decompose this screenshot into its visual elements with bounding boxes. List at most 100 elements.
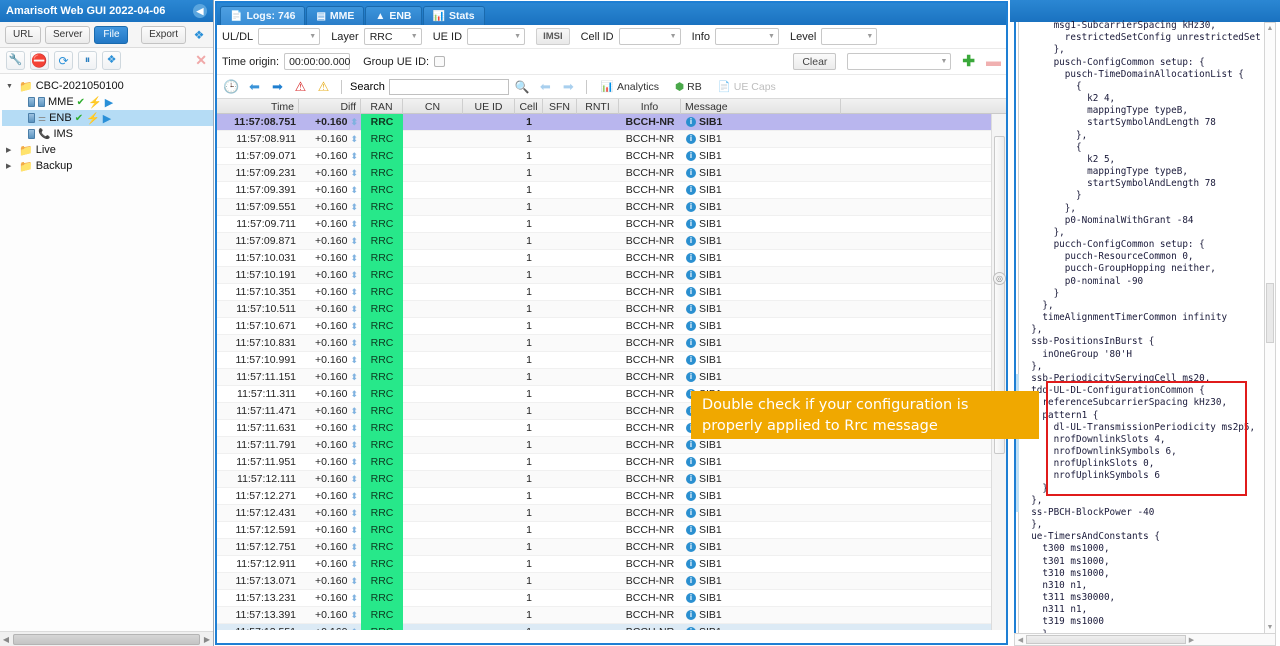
ue-caps-button[interactable]: 📄 UE Caps bbox=[712, 78, 782, 96]
table-row[interactable]: 11:57:12.591 +0.160 ⬍ RRC 1 BCCH-NR i SIB1 bbox=[217, 521, 1006, 539]
preset-select[interactable]: ▼ bbox=[847, 53, 952, 70]
table-row[interactable]: 11:57:12.271 +0.160 ⬍ RRC 1 BCCH-NR i SIB1 bbox=[217, 487, 1006, 505]
table-row[interactable]: 11:57:11.951 +0.160 ⬍ RRC 1 BCCH-NR i SIB1 bbox=[217, 453, 1006, 471]
tree-item-live[interactable]: ▶ 📁 Live bbox=[2, 142, 213, 158]
table-row[interactable]: 11:57:13.391 +0.160 ⬍ RRC 1 BCCH-NR i SIB1 bbox=[217, 606, 1006, 624]
remove-filter-icon[interactable]: ▬ bbox=[986, 54, 1001, 69]
next-arrow-icon[interactable]: ➡ bbox=[268, 77, 287, 96]
chevron-right-icon[interactable]: ▶ bbox=[6, 162, 16, 170]
table-row[interactable]: 11:57:10.191 +0.160 ⬍ RRC 1 BCCH-NR i SIB1 bbox=[217, 266, 1006, 284]
table-row[interactable]: 11:57:10.511 +0.160 ⬍ RRC 1 BCCH-NR i SIB1 bbox=[217, 300, 1006, 318]
table-row[interactable]: 11:57:13.231 +0.160 ⬍ RRC 1 BCCH-NR i SIB1 bbox=[217, 589, 1006, 607]
scroll-right-icon[interactable]: ▶ bbox=[201, 635, 213, 644]
analytics-button[interactable]: 📊 Analytics bbox=[595, 78, 665, 96]
column-header-info[interactable]: Info bbox=[619, 99, 681, 114]
table-row[interactable]: 11:57:12.751 +0.160 ⬍ RRC 1 BCCH-NR i SIB1 bbox=[217, 538, 1006, 556]
table-row[interactable]: 11:57:10.671 +0.160 ⬍ RRC 1 BCCH-NR i SIB1 bbox=[217, 317, 1006, 335]
refresh-icon[interactable]: ⟳ bbox=[54, 51, 73, 70]
info-select[interactable]: ▼ bbox=[714, 28, 779, 45]
chevron-right-icon[interactable]: ▶ bbox=[6, 146, 16, 154]
rb-button[interactable]: ⬢ RB bbox=[669, 78, 708, 96]
pause-icon[interactable]: ⏸ bbox=[78, 51, 97, 70]
scrollbar-grip-icon[interactable]: ◎ bbox=[993, 272, 1006, 285]
column-header-cell[interactable]: Cell bbox=[515, 99, 543, 114]
imsi-button[interactable]: IMSI bbox=[536, 28, 570, 45]
tab-stats[interactable]: 📊 Stats bbox=[422, 6, 485, 25]
scroll-down-icon[interactable]: ▼ bbox=[1265, 624, 1275, 631]
table-row[interactable]: 11:57:11.151 +0.160 ⬍ RRC 1 BCCH-NR i SIB1 bbox=[217, 368, 1006, 386]
tree-item-enb[interactable]: ⚌ ENB ✔ ⚡ ▶ bbox=[2, 110, 213, 126]
column-header-rnti[interactable]: RNTI bbox=[577, 99, 619, 114]
ueid-select[interactable]: ▼ bbox=[467, 28, 526, 45]
table-row[interactable]: 11:57:13.551+0.160⬍RRC1BCCH-NRiSIB1 bbox=[217, 623, 1006, 630]
tree-item-ims[interactable]: 📞 IMS bbox=[2, 126, 213, 142]
binoculars-icon[interactable]: 🔍 bbox=[513, 77, 532, 96]
table-row[interactable]: 11:57:10.991 +0.160 ⬍ RRC 1 BCCH-NR i SIB1 bbox=[217, 351, 1006, 369]
column-header-ueid[interactable]: UE ID bbox=[463, 99, 515, 114]
search-prev-icon[interactable]: ⬅ bbox=[536, 77, 555, 96]
export-extra-icon[interactable]: ❖ bbox=[190, 26, 208, 44]
server-button[interactable]: Server bbox=[45, 25, 91, 44]
table-row[interactable]: 11:57:10.831 +0.160 ⬍ RRC 1 BCCH-NR i SIB1 bbox=[217, 334, 1006, 352]
table-row[interactable]: 11:57:10.031 +0.160 ⬍ RRC 1 BCCH-NR i SIB1 bbox=[217, 249, 1006, 267]
add-filter-icon[interactable]: ✚ bbox=[962, 54, 975, 69]
table-row[interactable]: 11:57:10.351 +0.160 ⬍ RRC 1 BCCH-NR i SIB1 bbox=[217, 283, 1006, 301]
table-row[interactable]: 11:57:09.391 +0.160 ⬍ RRC 1 BCCH-NR i SIB1 bbox=[217, 181, 1006, 199]
column-header-message[interactable]: Message bbox=[681, 99, 841, 114]
scroll-left-icon[interactable]: ◀ bbox=[1015, 636, 1026, 644]
connect-icon[interactable]: ❖ bbox=[102, 51, 121, 70]
log-table-body[interactable]: 11:57:08.751 +0.160 ⬍ RRC 1 BCCH-NR i SIB1 11:57… bbox=[217, 114, 1006, 630]
table-row[interactable]: 11:57:12.111 +0.160 ⬍ RRC 1 BCCH-NR i SIB1 bbox=[217, 470, 1006, 488]
tab-enb[interactable]: ▲ ENB bbox=[365, 6, 422, 25]
column-header-ran[interactable]: RAN bbox=[361, 99, 403, 114]
detail-horizontal-scrollbar[interactable]: ◀ ▶ bbox=[1014, 633, 1276, 646]
play-icon[interactable]: ▶ bbox=[103, 112, 111, 125]
clock-icon[interactable]: 🕒 bbox=[222, 77, 241, 96]
table-row[interactable]: 11:57:11.791 +0.160 ⬍ RRC 1 BCCH-NR i SIB1 bbox=[217, 436, 1006, 454]
tree-item-cbc[interactable]: ▼ 📁 CBC-2021050100 bbox=[2, 78, 213, 94]
column-header-time[interactable]: Time bbox=[217, 99, 299, 114]
table-row[interactable]: 11:57:08.911 +0.160 ⬍ RRC 1 BCCH-NR i SIB1 bbox=[217, 130, 1006, 148]
table-row[interactable]: 11:57:08.751 +0.160 ⬍ RRC 1 BCCH-NR i SIB1 bbox=[217, 114, 1006, 131]
table-row[interactable]: 11:57:09.711 +0.160 ⬍ RRC 1 BCCH-NR i SIB1 bbox=[217, 215, 1006, 233]
close-icon[interactable]: ✕ bbox=[195, 52, 207, 69]
scrollbar-thumb[interactable] bbox=[1266, 283, 1274, 343]
url-button[interactable]: URL bbox=[5, 25, 42, 44]
warning-icon[interactable]: ⚠ bbox=[314, 77, 333, 96]
table-row[interactable]: 11:57:09.231 +0.160 ⬍ RRC 1 BCCH-NR i SIB1 bbox=[217, 164, 1006, 182]
prev-arrow-icon[interactable]: ⬅ bbox=[245, 77, 264, 96]
table-vertical-scrollbar[interactable]: ◎ bbox=[991, 114, 1006, 630]
search-next-icon[interactable]: ➡ bbox=[559, 77, 578, 96]
level-select[interactable]: ▼ bbox=[821, 28, 878, 45]
file-button[interactable]: File bbox=[94, 25, 129, 44]
table-row[interactable]: 11:57:12.431 +0.160 ⬍ RRC 1 BCCH-NR i SIB1 bbox=[217, 504, 1006, 522]
export-button[interactable]: Export bbox=[141, 25, 186, 44]
tree-item-mme[interactable]: MME ✔ ⚡ ▶ bbox=[2, 94, 213, 110]
table-row[interactable]: 11:57:09.871 +0.160 ⬍ RRC 1 BCCH-NR i SIB1 bbox=[217, 232, 1006, 250]
cellid-select[interactable]: ▼ bbox=[618, 28, 681, 45]
scrollbar-thumb[interactable] bbox=[13, 633, 200, 645]
clear-button[interactable]: Clear bbox=[793, 53, 837, 70]
uldl-select[interactable]: ▼ bbox=[258, 28, 321, 45]
column-header-sfn[interactable]: SFN bbox=[543, 99, 577, 114]
sidebar-horizontal-scrollbar[interactable]: ◀ ▶ bbox=[0, 631, 213, 646]
stop-icon[interactable]: ⛔ bbox=[30, 51, 49, 70]
layer-select[interactable]: RRC ▼ bbox=[363, 28, 422, 45]
table-row[interactable]: 11:57:09.551 +0.160 ⬍ RRC 1 BCCH-NR i SIB1 bbox=[217, 198, 1006, 216]
table-row[interactable]: 11:57:13.071 +0.160 ⬍ RRC 1 BCCH-NR i SIB1 bbox=[217, 572, 1006, 590]
scrollbar-thumb[interactable] bbox=[1026, 635, 1186, 644]
column-header-cn[interactable]: CN bbox=[403, 99, 463, 114]
tab-logs[interactable]: 📄 Logs: 746 bbox=[220, 6, 306, 25]
search-input[interactable] bbox=[388, 78, 509, 95]
scroll-right-icon[interactable]: ▶ bbox=[1186, 636, 1197, 644]
scroll-left-icon[interactable]: ◀ bbox=[0, 635, 12, 644]
chevron-down-icon[interactable]: ▼ bbox=[6, 83, 16, 90]
scroll-up-icon[interactable]: ▲ bbox=[1265, 25, 1275, 32]
error-icon[interactable]: ⚠ bbox=[291, 77, 310, 96]
table-row[interactable]: 11:57:09.071 +0.160 ⬍ RRC 1 BCCH-NR i SIB1 bbox=[217, 147, 1006, 165]
detail-vertical-scrollbar[interactable]: ▲ ▼ bbox=[1264, 22, 1276, 634]
wrench-icon[interactable]: 🔧 bbox=[6, 51, 25, 70]
column-header-diff[interactable]: Diff bbox=[299, 99, 361, 114]
group-ueid-checkbox[interactable] bbox=[434, 56, 446, 67]
table-row[interactable]: 11:57:12.911 +0.160 ⬍ RRC 1 BCCH-NR i SIB1 bbox=[217, 555, 1006, 573]
